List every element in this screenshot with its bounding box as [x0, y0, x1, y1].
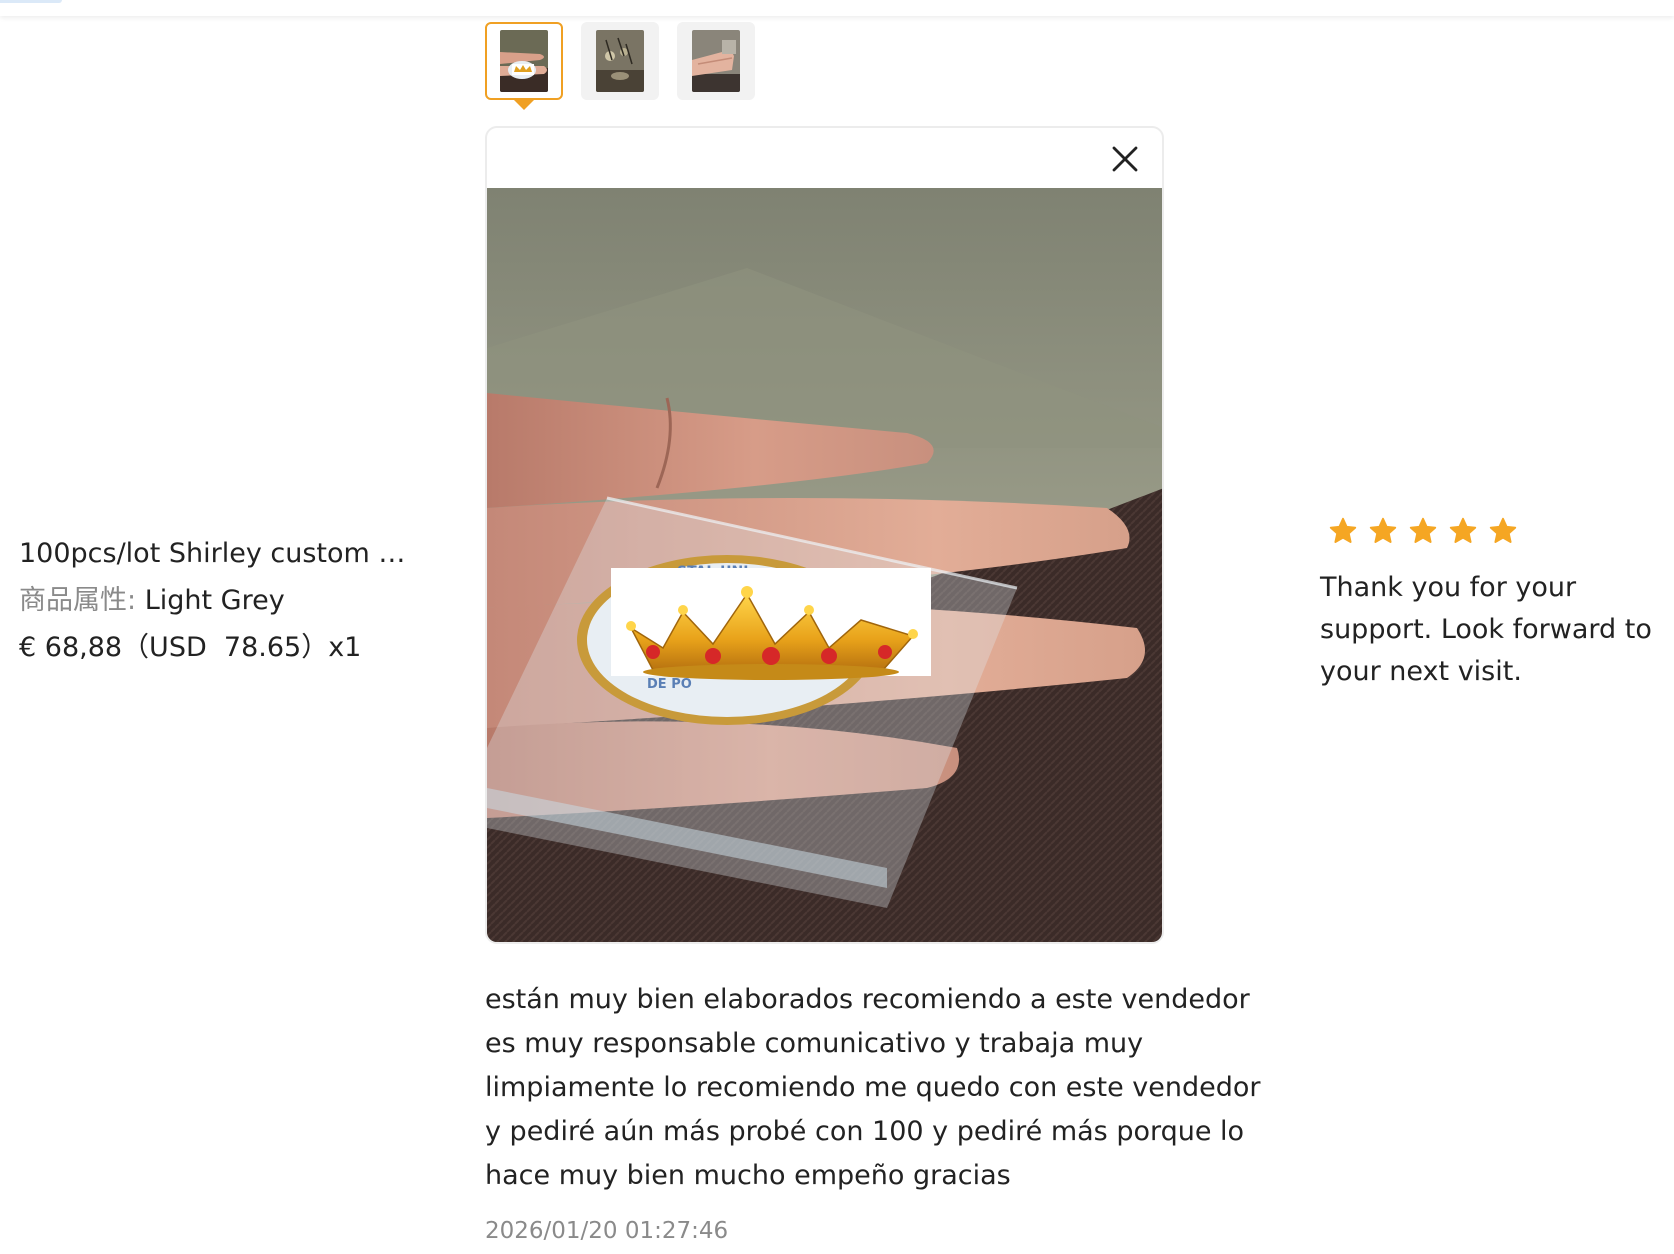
review-photo: STAL UNI DE PO: [487, 188, 1162, 942]
rating-stars: [1328, 516, 1518, 546]
star-icon: [1329, 517, 1357, 543]
close-icon[interactable]: [1108, 142, 1142, 176]
review-date: 2026/01/20 01:27:46: [485, 1218, 729, 1244]
top-bar: [0, 0, 1674, 16]
product-attribute: 商品属性: Light Grey: [19, 577, 439, 624]
image-viewer: STAL UNI DE PO: [485, 126, 1164, 944]
seller-reply: Thank you for your support. Look forward…: [1320, 572, 1652, 687]
attribute-label: 商品属性:: [19, 585, 137, 616]
product-price: € 68,88（USD 78.65）x1: [19, 632, 362, 663]
star-icon: [1489, 517, 1517, 543]
thumbnail-2[interactable]: [581, 22, 659, 100]
svg-text:DE PO: DE PO: [647, 677, 692, 692]
thumbnail-3-image: [692, 30, 740, 92]
star-icon: [1369, 517, 1397, 543]
star-icon: [1449, 517, 1477, 543]
product-info: 100pcs/lot Shirley custom m... 商品属性: Lig…: [19, 530, 439, 671]
product-name[interactable]: 100pcs/lot Shirley custom m...: [19, 530, 419, 577]
thumbnail-3[interactable]: [677, 22, 755, 100]
attribute-value: Light Grey: [144, 585, 285, 616]
thumbnail-1[interactable]: [485, 22, 563, 110]
thumbnail-2-image: [596, 30, 644, 92]
star-icon: [1409, 517, 1437, 543]
thumbnail-1-image: [500, 30, 548, 92]
thumbnail-pointer: [513, 99, 535, 110]
review-text: están muy bien elaborados recomiendo a e…: [485, 984, 1261, 1191]
top-bar-accent: [0, 0, 62, 3]
